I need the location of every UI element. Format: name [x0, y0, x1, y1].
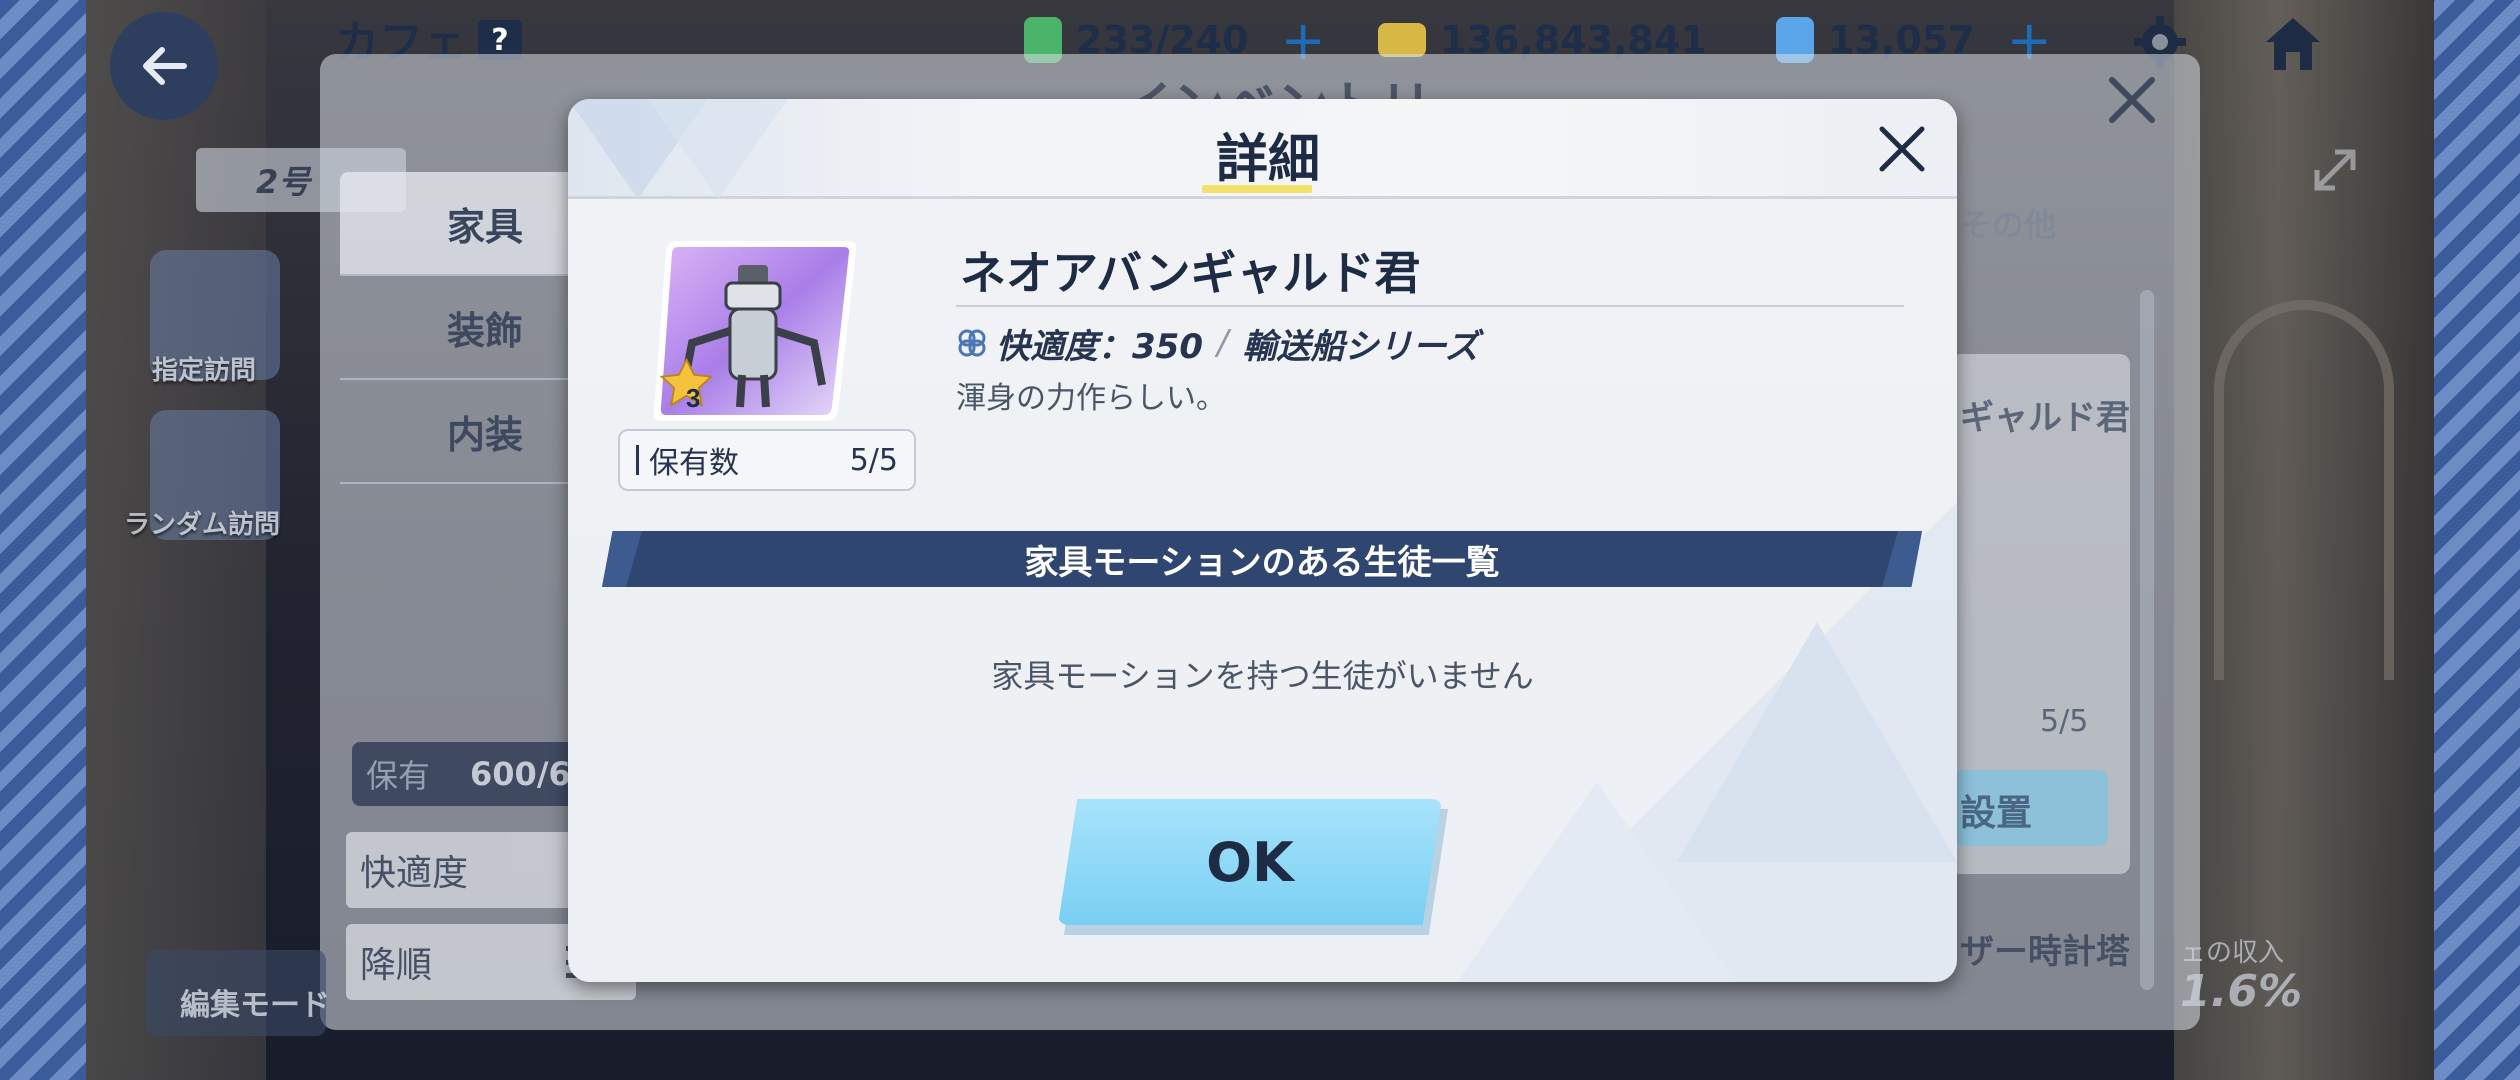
owned-total-label: 保有: [366, 757, 431, 795]
owned-total-value: 600/6: [470, 755, 571, 793]
income-value: 1.6%: [2180, 966, 2303, 1017]
back-arrow-icon: [143, 47, 187, 85]
name-divider: [956, 305, 1904, 307]
rarity-star-text: 3: [686, 383, 700, 413]
inventory-scrollbar[interactable]: [2140, 290, 2154, 990]
series-name: 輸送船シリーズ: [1242, 326, 1479, 367]
back-button[interactable]: [110, 12, 218, 120]
furniture-card-count: 5/5: [2040, 704, 2089, 739]
item-name: ネオアバンギャルド君: [960, 246, 1421, 300]
place-button-label: 設置: [1960, 793, 2033, 834]
edit-mode-label: 編集モード: [180, 988, 330, 1023]
furniture-card-2-name: ザー時計塔: [1960, 932, 2130, 972]
designated-visit-label: 指定訪問: [152, 356, 257, 386]
income-label: ェの収入: [2180, 938, 2285, 968]
home-icon[interactable]: [2260, 10, 2326, 76]
empty-student-message: 家具モーションを持つ生徒がいません: [991, 657, 1534, 695]
tab-other[interactable]: その他: [1960, 200, 2056, 246]
expand-icon[interactable]: [2305, 140, 2365, 200]
order-label: 降順: [360, 945, 433, 986]
owned-count-label: 保有数: [636, 438, 739, 482]
student-list-banner: 家具モーションのある生徒一覧: [602, 531, 1922, 587]
owned-count-value: 5/5: [849, 442, 898, 478]
comfort-clover-icon: [958, 329, 986, 357]
owned-count-box: 保有数 5/5: [618, 429, 916, 491]
comfort-value: 快適度：350: [996, 326, 1203, 367]
stat-separator: /: [1216, 323, 1229, 363]
item-description: 渾身の力作らしい。: [956, 381, 1226, 416]
inventory-close-icon[interactable]: [2102, 70, 2162, 130]
dialog-header: 詳細: [568, 99, 1957, 199]
sort-label: 快適度: [360, 853, 469, 894]
ok-button-label: OK: [1206, 830, 1294, 894]
credit-icon: [1378, 23, 1426, 57]
title-underline: [1202, 185, 1312, 193]
detail-dialog: 詳細 3 保有数 5/5 ネオアバンギャルド君 快適度：350 / 輸送船シリー…: [568, 99, 1957, 982]
student-list-title: 家具モーションのある生徒一覧: [1024, 542, 1500, 583]
cafe-arch-decor: [2214, 300, 2394, 680]
dialog-title: 詳細: [1215, 130, 1320, 190]
furniture-card-name: ギャルド君: [1960, 398, 2130, 438]
close-icon[interactable]: [1874, 121, 1930, 177]
furniture-item-icon: 3: [653, 241, 857, 421]
item-stats: 快適度：350 / 輸送船シリーズ: [956, 321, 1479, 367]
random-visit-label: ランダム訪問: [124, 510, 281, 540]
ok-button[interactable]: OK: [1058, 799, 1442, 925]
header-triangle-decor: [568, 99, 788, 199]
